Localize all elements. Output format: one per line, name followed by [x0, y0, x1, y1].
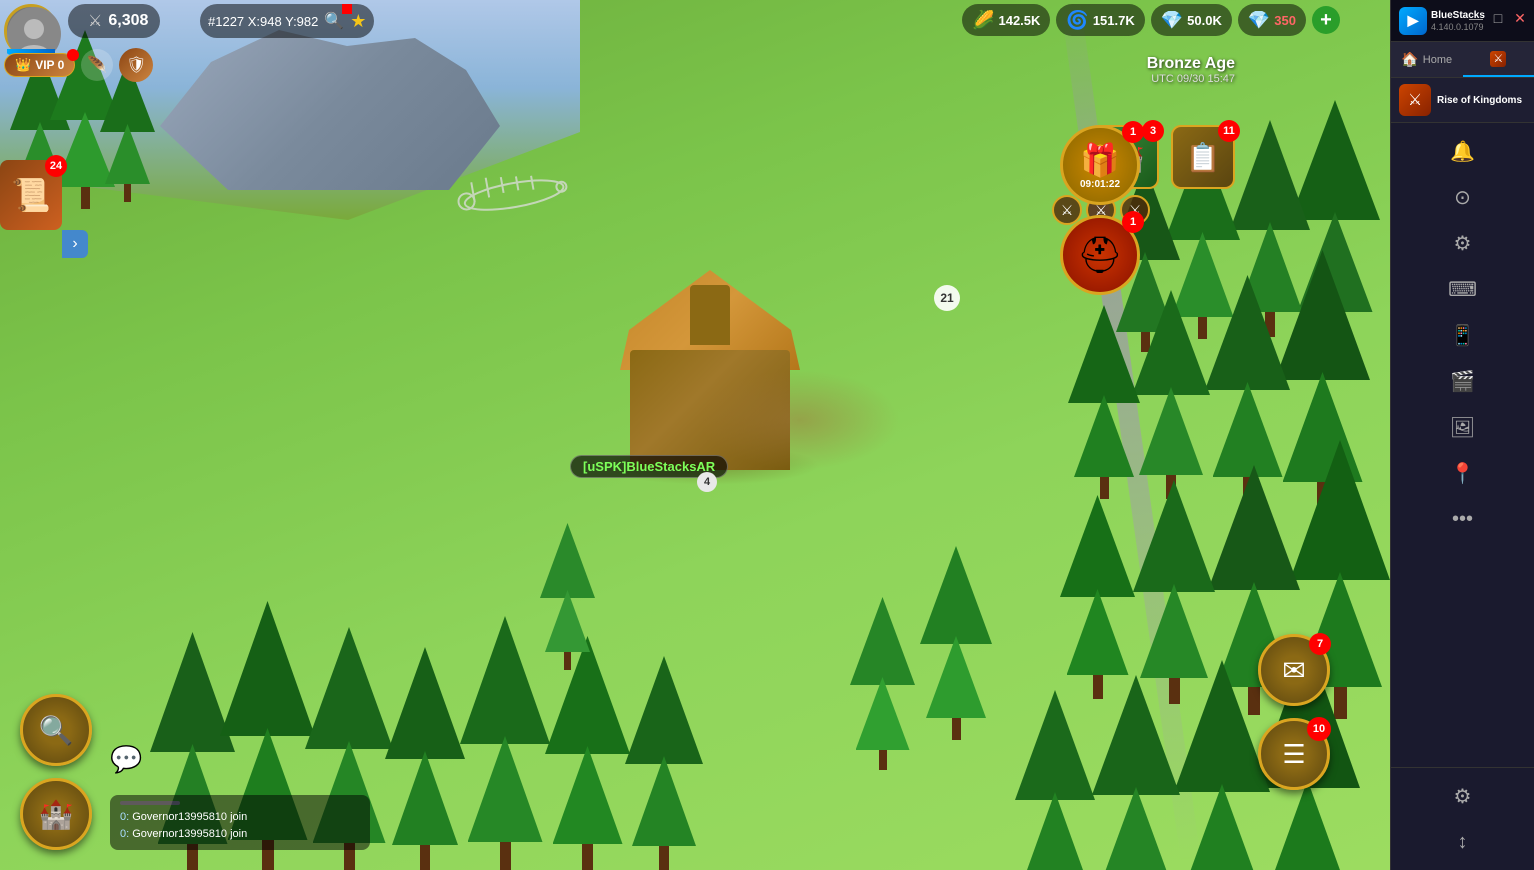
scroll-quest-button[interactable]: 📋 11 — [1171, 125, 1235, 189]
sidebar-icons: 🔔 ⊙ ⚙ ⌨ 📱 🎬 🖼 📍 ••• — [1391, 123, 1534, 767]
gift-helm-group: 🎁 09:01:22 1 ⛑ 1 — [1060, 125, 1140, 295]
quest-scroll-button[interactable]: 📜 24 — [0, 160, 62, 230]
close-button[interactable]: ✕ — [1510, 8, 1530, 28]
coords-display[interactable]: #1227 X:948 Y:982 🔍 ★ — [200, 4, 374, 38]
wood-value: 151.7K — [1093, 13, 1135, 28]
chat-area: 0: Governor13995810 join 0: Governor1399… — [110, 795, 370, 850]
quests-panel: 📜 24 — [0, 160, 62, 230]
maximize-button[interactable]: □ — [1488, 8, 1508, 28]
mid-tree-2 — [850, 597, 915, 770]
stone-value: 50.0K — [1187, 13, 1222, 28]
sword-icon: ⚔ — [88, 11, 102, 31]
map-search-icon[interactable]: 🔍 — [324, 11, 344, 31]
bluestacks-topbar: ▶ BlueStacks 4.140.0.1079 — □ ✕ — [1391, 0, 1534, 42]
settings-bottom-btn[interactable]: ⚙ — [1443, 776, 1483, 816]
food-value: 142.5K — [998, 13, 1040, 28]
game-title: Rise of Kingdoms — [1437, 95, 1522, 106]
food-resource: 🌽 142.5K — [962, 4, 1050, 36]
settings-icon-btn[interactable]: ⚙ — [1443, 223, 1483, 263]
chat-line-2: 0: Governor13995810 join — [120, 826, 360, 844]
vip-bar: 👑 VIP 0 🪶 🛡 — [4, 48, 153, 82]
zoom-map-button[interactable]: 🔍 — [20, 694, 92, 766]
helm-button[interactable]: ⛑ 1 — [1060, 215, 1140, 295]
expand-quests-button[interactable]: › — [62, 230, 88, 258]
bluestacks-sidebar: ▶ BlueStacks 4.140.0.1079 — □ ✕ 🏠 Home ⚔… — [1390, 0, 1534, 870]
scroll-notification: 11 — [1218, 120, 1240, 142]
gift-notification: 1 — [1122, 121, 1144, 143]
helm-notification: 1 — [1122, 211, 1144, 233]
list-icon: ☰ — [1282, 739, 1305, 770]
stone-icon: 💎 — [1161, 10, 1183, 31]
helm-icon: ⛑ — [1077, 234, 1123, 276]
more-icon-btn[interactable]: ••• — [1443, 499, 1483, 539]
bell-icon-btn[interactable]: 🔔 — [1443, 131, 1483, 171]
scroll-icon: 📜 — [11, 176, 51, 214]
chat-line-1: 0: Governor13995810 join — [120, 809, 360, 827]
keyboard-icon-btn[interactable]: ⌨ — [1443, 269, 1483, 309]
player-name: [uSPK]BlueStacksAR — [583, 459, 715, 474]
vip-label: VIP 0 — [35, 58, 64, 72]
gift-button[interactable]: 🎁 09:01:22 1 — [1060, 125, 1140, 205]
age-label: Bronze Age — [1147, 55, 1235, 73]
tab-game[interactable]: ⚔ — [1463, 42, 1534, 77]
wood-icon: 🌀 — [1066, 10, 1088, 31]
crown-icon: 👑 — [15, 57, 31, 73]
video-icon-btn[interactable]: 🎬 — [1443, 361, 1483, 401]
utc-time: UTC 09/30 15:47 — [1147, 73, 1235, 85]
gift-icon: 🎁 — [1080, 141, 1120, 179]
add-resources-button[interactable]: + — [1312, 6, 1340, 34]
bluestacks-tabs: 🏠 Home ⚔ — [1391, 42, 1534, 78]
sidebar-bottom: ⚙ ↕ — [1391, 767, 1534, 870]
phone-icon-btn[interactable]: 📱 — [1443, 315, 1483, 355]
game-viewport: [uSPK]BlueStacksAR 4 21 ⚔ ⚔ ⚔ ⚔ 6,308 #1… — [0, 0, 1390, 870]
mail-icon: ✉ — [1282, 654, 1305, 687]
tab-home[interactable]: 🏠 Home — [1391, 42, 1463, 77]
resources-bar: 🌽 142.5K 🌀 151.7K 💎 50.0K 💎 350 + — [962, 4, 1340, 36]
gift-timer: 09:01:22 — [1080, 179, 1120, 190]
mid-tree-3 — [920, 546, 992, 740]
power-display: ⚔ 6,308 — [68, 4, 160, 38]
bottom-left-controls: 🔍 🏰 — [20, 694, 92, 850]
mail-button[interactable]: ✉ 7 — [1258, 634, 1330, 706]
search-icon-btn[interactable]: ⊙ — [1443, 177, 1483, 217]
player-level-badge: 4 — [697, 472, 717, 492]
power-value: 6,308 — [108, 12, 148, 30]
castle-tower — [690, 285, 730, 345]
expand-bottom-btn[interactable]: ↕ — [1443, 822, 1483, 862]
game-tab-icon: ⚔ — [1490, 51, 1506, 67]
alliance-button[interactable]: 🛡 — [119, 48, 153, 82]
feather-button[interactable]: 🪶 — [81, 49, 113, 81]
coords-text: #1227 X:948 Y:982 — [208, 14, 318, 29]
gallery-icon-btn[interactable]: 🖼 — [1443, 407, 1483, 447]
vip-notification — [67, 49, 79, 61]
bluestacks-logo-icon: ▶ — [1399, 7, 1427, 35]
window-controls: — □ ✕ — [1466, 8, 1530, 28]
gems-value: 350 — [1274, 13, 1296, 28]
game-thumbnail: ⚔ — [1399, 84, 1431, 116]
bottom-right-controls: ✉ 7 ☰ 10 — [1258, 634, 1330, 790]
list-button[interactable]: ☰ 10 — [1258, 718, 1330, 790]
game-tab-row[interactable]: ⚔ Rise of Kingdoms — [1391, 78, 1534, 123]
food-icon: 🌽 — [972, 10, 994, 31]
gem-icon: 💎 — [1248, 10, 1270, 31]
stone-resource: 💎 50.0K — [1151, 4, 1232, 36]
location-icon-btn[interactable]: 📍 — [1443, 453, 1483, 493]
map-number-21: 21 — [934, 285, 960, 311]
list-notification: 10 — [1307, 717, 1331, 741]
dirt-patch — [700, 370, 900, 470]
chat-progress-bar — [120, 801, 180, 805]
chat-icon[interactable]: 💬 — [110, 744, 142, 775]
minimize-button[interactable]: — — [1466, 8, 1486, 28]
vip-badge[interactable]: 👑 VIP 0 — [4, 53, 75, 77]
castle-notification: 3 — [1142, 120, 1164, 142]
mail-notification: 7 — [1309, 633, 1331, 655]
mid-tree-1 — [540, 523, 595, 670]
quest-notification: 24 — [45, 155, 67, 177]
bookmark-icon[interactable]: ★ — [350, 11, 366, 32]
home-tab-icon: 🏠 — [1401, 51, 1418, 68]
gems-resource: 💎 350 — [1238, 4, 1306, 36]
age-info: Bronze Age UTC 09/30 15:47 — [1147, 55, 1235, 85]
castle-view-button[interactable]: 🏰 — [20, 778, 92, 850]
wood-resource: 🌀 151.7K — [1056, 4, 1144, 36]
